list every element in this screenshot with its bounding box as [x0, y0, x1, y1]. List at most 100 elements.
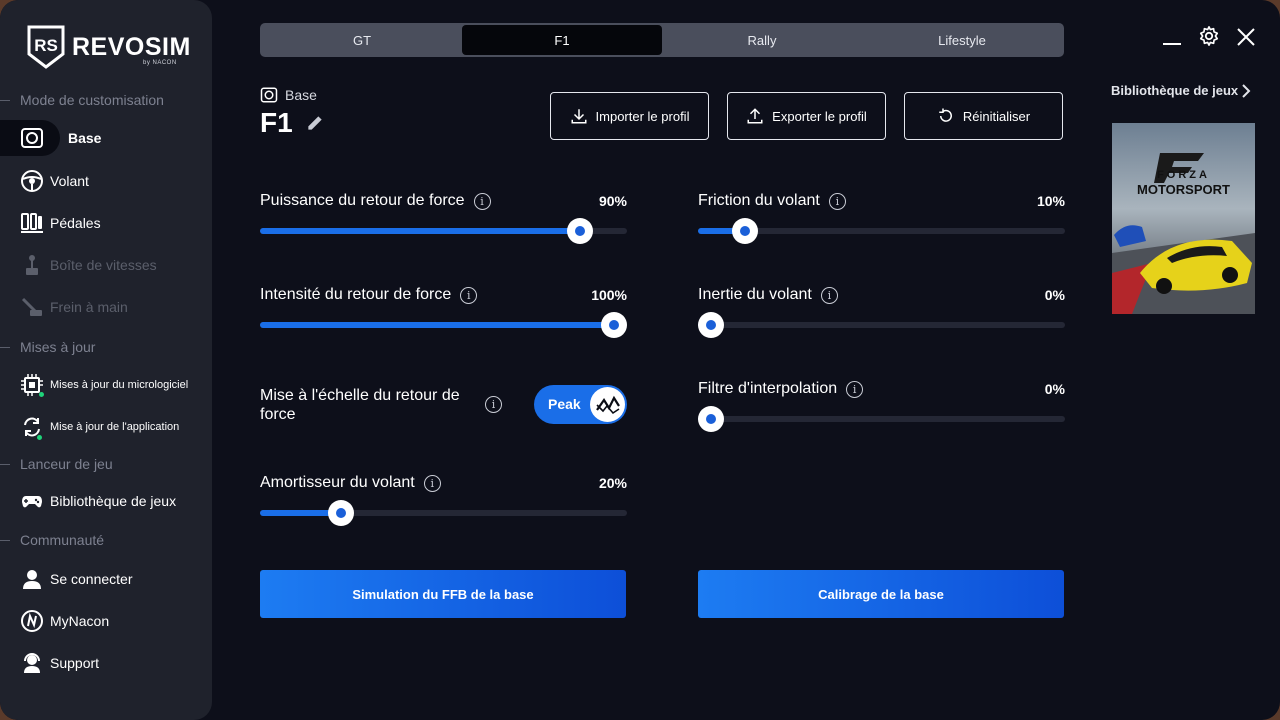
tab-f1[interactable]: F1 — [462, 25, 662, 55]
info-icon[interactable]: i — [846, 380, 864, 398]
sidebar-item-pedals[interactable]: Pédales — [0, 206, 101, 240]
sidebar-item-login[interactable]: Se connecter — [0, 562, 133, 596]
tab-gt[interactable]: GT — [262, 25, 462, 55]
sidebar-item-gearbox[interactable]: Boîte de vitesses — [0, 248, 157, 282]
sidebar-item-base[interactable]: Base — [0, 121, 101, 155]
close-button[interactable] — [1235, 26, 1257, 53]
ffb-scaling-label: Mise à l'échelle du retour de force — [260, 387, 460, 423]
ffb-power-setting: Puissance du retour de force i 90% — [260, 192, 627, 244]
revosim-logo-icon: RS — [27, 25, 65, 69]
friction-setting: Friction du volant i 10% — [698, 192, 1065, 244]
ffb-intensity-slider[interactable] — [260, 312, 627, 338]
sidebar-item-firmware[interactable]: Mises à jour du micrologiciel — [0, 368, 188, 402]
reset-label: Réinitialiser — [962, 108, 1031, 124]
app-window: RS REVOSIM by NACON Mode de customisatio… — [0, 0, 1280, 720]
sidebar-item-library[interactable]: Bibliothèque de jeux — [0, 484, 176, 518]
ffb-scaling-setting: Mise à l'échelle du retour de force i — [260, 386, 510, 426]
reset-icon — [939, 108, 952, 122]
section-launcher: Lanceur de jeu — [0, 456, 113, 472]
base-icon — [19, 125, 45, 151]
inertia-value: 0% — [1044, 287, 1065, 303]
toggle-knob — [590, 387, 625, 422]
export-profile-label: Exporter le profil — [772, 108, 867, 124]
ffb-power-slider[interactable] — [260, 218, 627, 244]
chevron-right-icon — [1242, 83, 1251, 98]
inertia-setting: Inertie du volant i 0% — [698, 286, 1065, 338]
ffb-power-label: Puissance du retour de force — [260, 192, 465, 209]
calibrate-button[interactable]: Calibrage de la base — [698, 570, 1064, 618]
sidebar-item-handbrake[interactable]: Frein à main — [0, 290, 128, 324]
edit-pencil-icon[interactable] — [305, 113, 325, 133]
chip-icon — [19, 372, 45, 398]
slider-thumb[interactable] — [601, 312, 627, 338]
game-library-link-label: Bibliothèque de jeux — [1111, 83, 1239, 98]
game-cover[interactable]: FORZA MOTORSPORT — [1112, 123, 1255, 314]
info-icon[interactable]: i — [828, 192, 846, 210]
slider-thumb[interactable] — [566, 218, 593, 244]
pedals-icon — [19, 210, 45, 236]
profile-tabs: GT F1 Rally Lifestyle — [260, 23, 1064, 57]
interpolation-slider[interactable] — [698, 406, 1065, 432]
info-icon[interactable]: i — [423, 474, 441, 492]
download-icon — [571, 109, 587, 124]
damper-value: 20% — [598, 475, 627, 491]
sidebar-item-app-update[interactable]: Mise à jour de l'application — [0, 410, 179, 444]
slider-thumb[interactable] — [732, 218, 759, 244]
ffb-scaling-toggle[interactable]: Peak — [534, 385, 627, 424]
handbrake-icon — [19, 294, 45, 320]
status-dot — [39, 392, 44, 397]
info-icon[interactable]: i — [820, 286, 838, 304]
sidebar-item-wheel[interactable]: Volant — [0, 164, 89, 198]
tab-lifestyle[interactable]: Lifestyle — [862, 25, 1062, 55]
simulate-ffb-button[interactable]: Simulation du FFB de la base — [260, 570, 626, 618]
section-updates: Mises à jour — [0, 339, 95, 355]
damper-title: Amortisseur du volant i — [260, 474, 441, 492]
gearbox-icon — [19, 252, 45, 278]
gamepad-icon — [19, 488, 45, 514]
ffb-intensity-setting: Intensité du retour de force i 100% — [260, 286, 627, 338]
damper-slider[interactable] — [260, 500, 627, 526]
sidebar-item-support[interactable]: Support — [0, 646, 99, 680]
sidebar-item-label: Support — [50, 655, 100, 671]
profile-name-text: F1 — [260, 107, 293, 138]
reset-button[interactable]: Réinitialiser — [904, 92, 1063, 140]
friction-slider[interactable] — [698, 218, 1065, 244]
slider-fill — [260, 322, 614, 328]
minimize-button[interactable] — [1162, 32, 1182, 51]
damper-label: Amortisseur du volant — [260, 474, 415, 491]
sidebar-item-label: Se connecter — [50, 571, 133, 587]
status-dot — [37, 435, 42, 440]
mynacon-icon — [19, 608, 45, 634]
slider-fill — [260, 228, 580, 234]
settings-button[interactable] — [1198, 25, 1220, 52]
sidebar-item-label: Volant — [50, 173, 89, 189]
peak-graph-icon — [595, 395, 620, 414]
minimize-icon — [1163, 43, 1181, 45]
sidebar-item-label: Boîte de vitesses — [50, 257, 157, 273]
inertia-slider[interactable] — [698, 312, 1065, 338]
info-icon[interactable]: i — [485, 396, 502, 413]
import-profile-button[interactable]: Importer le profil — [550, 92, 709, 140]
interpolation-label: Filtre d'interpolation — [698, 380, 838, 397]
brand-sub: by NACON — [143, 60, 177, 66]
info-icon[interactable]: i — [473, 192, 491, 210]
sidebar-item-mynacon[interactable]: MyNacon — [0, 604, 109, 638]
brand-name: REVOSIM — [72, 32, 191, 61]
damper-setting: Amortisseur du volant i 20% — [260, 474, 627, 526]
slider-thumb[interactable] — [698, 312, 724, 338]
game-title-line1: FORZA — [1157, 169, 1210, 181]
ffb-intensity-label: Intensité du retour de force — [260, 286, 452, 303]
export-profile-button[interactable]: Exporter le profil — [727, 92, 886, 140]
sidebar-item-label: Mise à jour de l'application — [50, 421, 180, 433]
slider-thumb[interactable] — [328, 500, 355, 526]
slider-thumb[interactable] — [698, 406, 724, 432]
sidebar-item-label: Frein à main — [50, 299, 128, 315]
base-icon — [260, 87, 278, 103]
steering-wheel-icon — [19, 168, 45, 194]
ffb-power-value: 90% — [598, 193, 627, 209]
device-label: Base — [260, 86, 317, 104]
sidebar-item-label: Mises à jour du micrologiciel — [50, 379, 189, 391]
info-icon[interactable]: i — [460, 286, 478, 304]
game-library-link[interactable]: Bibliothèque de jeux — [1111, 83, 1251, 98]
tab-rally[interactable]: Rally — [662, 25, 862, 55]
